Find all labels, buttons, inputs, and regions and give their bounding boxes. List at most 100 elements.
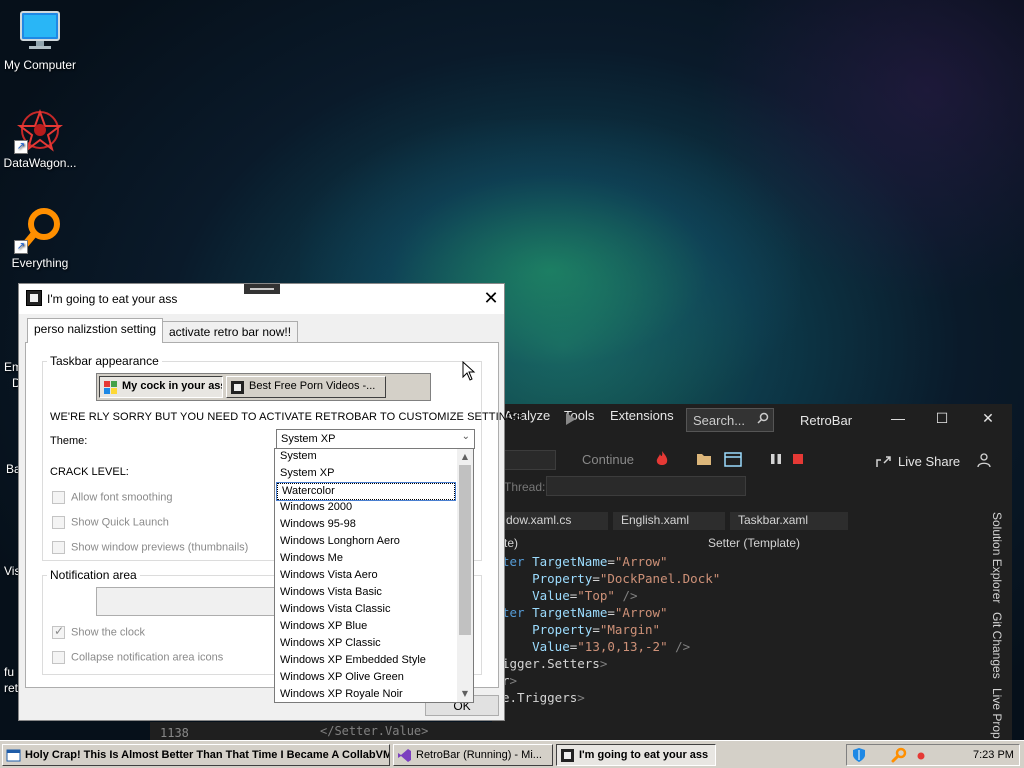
app-icon xyxy=(26,290,42,306)
checkbox-box xyxy=(52,651,65,664)
dropdown-item-highlighted[interactable]: Watercolor xyxy=(276,482,456,501)
desktop-icon-datawagon[interactable]: ↗ DataWagon... xyxy=(0,108,80,170)
play-icon[interactable] xyxy=(566,413,576,425)
pause-icon[interactable] xyxy=(770,453,782,465)
desktop-icon-label: DataWagon... xyxy=(3,156,77,170)
code-line: igger.Setters> xyxy=(502,656,608,671)
folder-icon[interactable] xyxy=(696,452,712,466)
app-window-icon xyxy=(6,749,21,762)
vs-search-box[interactable]: Search... xyxy=(686,408,774,432)
group-label: Notification area xyxy=(47,568,140,582)
visual-studio-window[interactable]: Analyze Tools Extensions Search... Retro… xyxy=(492,404,1012,740)
taskbar-button[interactable]: RetroBar (Running) - Mi... xyxy=(393,744,553,766)
dropdown-item[interactable]: Windows XP Classic xyxy=(276,636,456,653)
scroll-down-icon[interactable]: ▼ xyxy=(457,686,473,702)
taskbar-clock[interactable]: 7:23 PM xyxy=(973,749,1014,761)
search-icon xyxy=(757,412,769,424)
dropdown-item[interactable]: Windows Me xyxy=(276,551,456,568)
dropdown-item[interactable]: Windows Longhorn Aero xyxy=(276,534,456,551)
vs-continue-button[interactable]: Continue xyxy=(582,452,634,467)
checkbox-window-previews[interactable]: Show window previews (thumbnails) xyxy=(52,541,248,554)
preview-task-label: My cock in your ass xyxy=(122,380,223,392)
tab-activate[interactable]: activate retro bar now!! xyxy=(162,321,299,343)
mouse-cursor-icon xyxy=(462,361,476,381)
dialog-titlebar[interactable]: I'm going to eat your ass ✕ xyxy=(19,284,504,314)
security-shield-icon[interactable] xyxy=(851,747,867,763)
taskbar-button-active[interactable]: I'm going to eat your ass xyxy=(556,744,716,766)
live-share-icon[interactable] xyxy=(876,454,892,468)
dropdown-item[interactable]: Windows XP Embedded Style xyxy=(276,653,456,670)
dropdown-item[interactable]: Windows XP Olive Green xyxy=(276,670,456,687)
vs-tab-window-xaml-cs[interactable]: dow.xaml.cs xyxy=(498,512,608,530)
checkbox-font-smoothing[interactable]: Allow font smoothing xyxy=(52,491,173,504)
dropdown-scrollbar[interactable]: ▲ ▼ xyxy=(457,449,473,702)
browser-window-icon[interactable] xyxy=(724,452,742,468)
checkbox-box xyxy=(52,541,65,554)
code-line: e.Triggers> xyxy=(502,690,585,705)
app-icon xyxy=(561,749,574,762)
record-dot-icon[interactable] xyxy=(917,752,925,760)
search-magnifier-icon: ↗ xyxy=(14,208,64,254)
desktop-icon-my-computer[interactable]: My Computer xyxy=(0,10,80,72)
dropdown-item[interactable]: Windows 2000 xyxy=(276,500,456,517)
vs-thread-combo[interactable] xyxy=(546,476,746,496)
vs-tab-english-xaml[interactable]: English.xaml xyxy=(613,512,725,530)
search-magnifier-icon[interactable] xyxy=(891,747,907,763)
vs-nav-right[interactable]: Setter (Template) xyxy=(708,536,800,550)
checkbox-collapse-icons[interactable]: Collapse notification area icons xyxy=(52,651,223,664)
close-icon[interactable]: ✕ xyxy=(978,410,998,427)
theme-select[interactable]: System XP ⌄ xyxy=(276,429,475,449)
vs-code-editor[interactable]: ter TargetName="Arrow" Property="DockPan… xyxy=(492,552,962,740)
vs-editor-scrollbar[interactable] xyxy=(962,552,974,740)
vs-solution-explorer-tab[interactable]: Solution Explorer xyxy=(990,512,1004,603)
vs-live-share-button[interactable]: Live Share xyxy=(898,454,960,469)
vs-menu-extensions[interactable]: Extensions xyxy=(610,408,674,423)
app-icon xyxy=(231,381,244,394)
tab-personalization[interactable]: perso nalizstion setting xyxy=(27,318,164,343)
dialog-title: I'm going to eat your ass xyxy=(47,292,178,306)
dropdown-item[interactable]: Windows Vista Aero xyxy=(276,568,456,585)
minimize-icon[interactable]: — xyxy=(888,410,908,426)
dropdown-item[interactable]: Windows XP Royale Noir xyxy=(276,687,456,702)
datawagon-icon: ↗ xyxy=(14,108,64,154)
stop-icon[interactable] xyxy=(792,453,804,465)
dropdown-item[interactable]: System xyxy=(276,449,456,466)
vs-nav-left[interactable]: te) xyxy=(504,536,518,550)
taskbar-button[interactable]: Holy Crap! This Is Almost Better Than Th… xyxy=(2,744,390,766)
vs-document-tabs: dow.xaml.cs English.xaml Taskbar.xaml xyxy=(492,512,982,530)
notification-tray: 7:23 PM xyxy=(846,744,1020,766)
preview-task-button[interactable]: Best Free Porn Videos -... xyxy=(226,376,386,398)
vs-code-fragment: </Setter.Value> xyxy=(320,724,429,738)
dropdown-item[interactable]: Windows 95-98 xyxy=(276,517,456,534)
scroll-up-icon[interactable]: ▲ xyxy=(457,449,473,465)
vs-config-combo[interactable] xyxy=(504,450,556,470)
dropdown-item[interactable]: Windows Vista Basic xyxy=(276,585,456,602)
code-line: Value="13,0,13,-2" /> xyxy=(532,639,691,654)
preview-task-button[interactable]: My cock in your ass xyxy=(99,376,223,398)
desktop-icon-label-partial[interactable]: ret xyxy=(4,681,18,695)
shortcut-arrow-icon: ↗ xyxy=(14,240,28,254)
hot-reload-flame-icon[interactable] xyxy=(654,450,670,468)
theme-dropdown-list[interactable]: System System XP Watercolor Windows 2000… xyxy=(274,448,474,703)
drag-handle[interactable] xyxy=(244,284,280,294)
dropdown-item[interactable]: Windows XP Blue xyxy=(276,619,456,636)
desktop-icon-everything[interactable]: ↗ Everything xyxy=(0,208,80,270)
feedback-person-icon[interactable] xyxy=(976,452,992,468)
notification-area-preview xyxy=(96,587,296,616)
desktop-icon-label-partial[interactable]: fu xyxy=(4,665,14,679)
checkbox-label: Show window previews (thumbnails) xyxy=(71,541,249,554)
close-icon[interactable]: ✕ xyxy=(481,288,501,308)
maximize-icon[interactable]: ☐ xyxy=(932,410,952,427)
dropdown-item[interactable]: Windows Vista Classic xyxy=(276,602,456,619)
windows-xp-logo-icon xyxy=(104,381,117,394)
vs-git-changes-tab[interactable]: Git Changes xyxy=(990,612,1004,679)
vs-live-property-tab[interactable]: Live Prop xyxy=(990,688,1004,739)
checkbox-quick-launch[interactable]: Show Quick Launch xyxy=(52,516,169,529)
scrollbar-thumb[interactable] xyxy=(459,465,471,635)
desktop-icon-label: Everything xyxy=(11,256,69,270)
checkbox-show-clock[interactable]: Show the clock xyxy=(52,624,145,639)
code-line: Value="Top" /> xyxy=(532,588,638,603)
dropdown-item[interactable]: System XP xyxy=(276,466,456,483)
crack-level-label: CRACK LEVEL: xyxy=(50,466,129,478)
vs-tab-taskbar-xaml[interactable]: Taskbar.xaml xyxy=(730,512,848,530)
